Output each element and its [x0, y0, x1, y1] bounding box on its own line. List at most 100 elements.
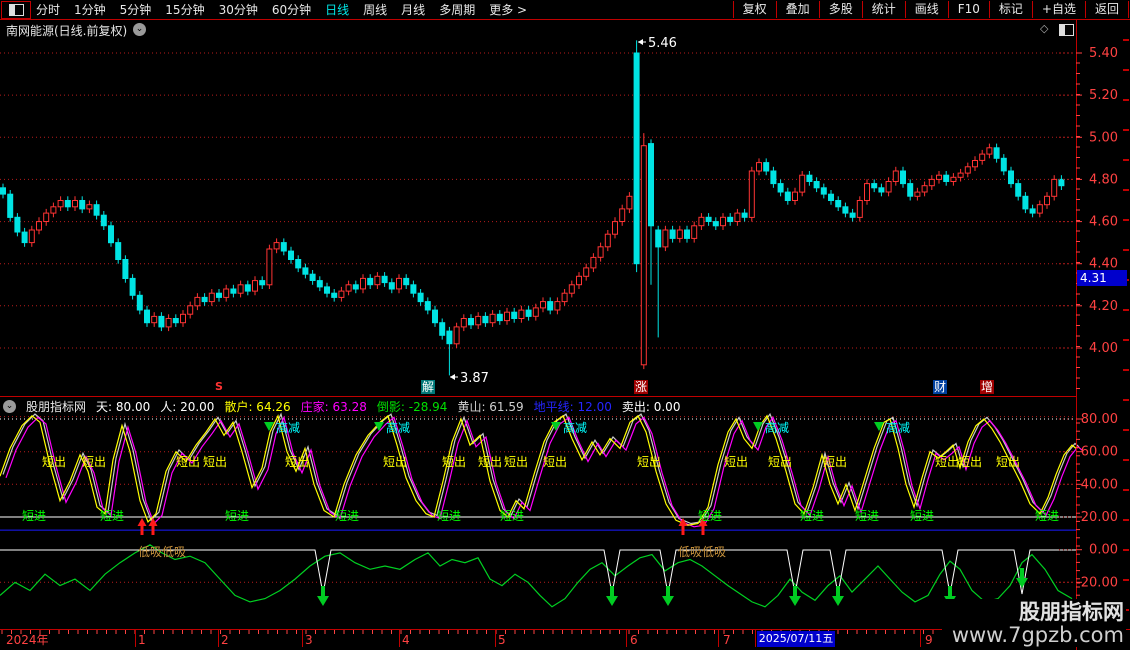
svg-text:短进: 短进: [500, 509, 524, 523]
svg-text:短出: 短出: [383, 455, 407, 469]
svg-text:5.20: 5.20: [1089, 88, 1118, 103]
svg-text:4.80: 4.80: [1089, 172, 1118, 187]
svg-text:6: 6: [630, 633, 638, 647]
svg-text:短出: 短出: [176, 455, 200, 469]
period-tab[interactable]: 30分钟: [219, 1, 258, 18]
svg-text:4.00: 4.00: [1089, 341, 1118, 356]
svg-text:短进: 短进: [855, 509, 879, 523]
svg-text:3.87: 3.87: [460, 371, 489, 386]
svg-text:高减: 高减: [386, 420, 410, 435]
svg-text:短出: 短出: [82, 455, 106, 469]
svg-text:短出: 短出: [637, 455, 661, 469]
svg-text:2: 2: [221, 633, 229, 647]
toolbar-button[interactable]: 统计: [862, 1, 905, 18]
period-tab[interactable]: 15分钟: [165, 1, 204, 18]
toolbar-button[interactable]: 复权: [733, 1, 776, 18]
current-date-badge: 2025/07/11五: [757, 631, 835, 647]
svg-text:短进: 短进: [437, 509, 461, 523]
svg-text:4.20: 4.20: [1089, 299, 1118, 314]
svg-text:低吸低吸: 低吸低吸: [138, 545, 186, 559]
svg-text:短出: 短出: [958, 455, 982, 469]
toolbar-button[interactable]: +自选: [1032, 1, 1085, 18]
indicator-field: 庄家: 63.28: [301, 398, 367, 415]
toolbar-actions: 复权叠加多股统计画线F10标记+自选返回: [733, 0, 1129, 19]
indicator-field: 倒影: -28.94: [377, 398, 448, 415]
diamond-icon[interactable]: ◇: [1040, 22, 1048, 35]
toolbar-button[interactable]: F10: [948, 1, 989, 18]
svg-text:低吸低吸: 低吸低吸: [678, 545, 726, 559]
indicator-signals: [138, 518, 1029, 606]
y-axis[interactable]: 5.405.205.004.804.604.404.204.0080.0060.…: [1059, 46, 1118, 620]
period-toolbar: 分时 1分钟 5分钟 15分钟 30分钟 60分钟日线周线月线多周期更多 > 复权叠加多股…: [0, 0, 1130, 20]
svg-text:5.00: 5.00: [1089, 130, 1118, 145]
toolbar-button[interactable]: 多股: [819, 1, 862, 18]
period-tab[interactable]: 周线: [363, 1, 387, 18]
indicator-field: 卖出: 0.00: [622, 398, 681, 415]
svg-text:80.00: 80.00: [1081, 412, 1118, 427]
svg-text:短进: 短进: [225, 509, 249, 523]
svg-text:短出: 短出: [203, 455, 227, 469]
event-badge: S: [214, 380, 224, 394]
svg-text:7: 7: [723, 633, 731, 647]
svg-text:短出: 短出: [724, 455, 748, 469]
svg-text:高减: 高减: [276, 420, 300, 435]
svg-text:短出: 短出: [504, 455, 528, 469]
svg-text:2024年: 2024年: [6, 633, 49, 647]
svg-text:短进: 短进: [910, 509, 934, 523]
chevron-down-icon[interactable]: ⌄: [3, 400, 16, 413]
indicator-header[interactable]: ⌄ 股朋指标网 天: 80.00人: 20.00散户: 64.26庄家: 63.…: [0, 398, 1074, 415]
chart-title-bar: 南网能源(日线.前复权) ⌄ ◇: [0, 20, 1130, 38]
svg-text:短进: 短进: [800, 509, 824, 523]
indicator-field: 地平线: 12.00: [534, 398, 612, 415]
watermark-url: www.7gpzb.com: [952, 624, 1124, 647]
x-axis[interactable]: 2024年12345679: [2, 630, 1076, 647]
chevron-down-icon[interactable]: ⌄: [133, 23, 146, 36]
period-tab[interactable]: 分时: [36, 1, 60, 18]
svg-text:短出: 短出: [285, 455, 309, 469]
period-tabs: 分时 1分钟 5分钟 15分钟 30分钟 60分钟日线周线月线多周期更多 >: [36, 0, 527, 19]
right-edge-ticks: [1123, 40, 1129, 610]
svg-text:短进: 短进: [335, 509, 359, 523]
svg-text:60.00: 60.00: [1081, 445, 1118, 460]
svg-text:4: 4: [402, 633, 410, 647]
indicator-values: 天: 80.00人: 20.00散户: 64.26庄家: 63.28倒影: -2…: [96, 398, 680, 415]
period-tab[interactable]: 日线: [325, 1, 349, 18]
event-badge: 财: [933, 380, 947, 394]
indicator-field: 散户: 64.26: [224, 398, 290, 415]
event-badge: 涨: [634, 380, 648, 394]
period-tab[interactable]: 60分钟: [272, 1, 311, 18]
toolbar-button[interactable]: 标记: [989, 1, 1032, 18]
toolbar-button[interactable]: 叠加: [776, 1, 819, 18]
split-window-icon[interactable]: [1059, 24, 1074, 36]
svg-text:高减: 高减: [765, 420, 789, 435]
current-price-badge: 4.31: [1077, 270, 1127, 286]
period-tab[interactable]: 5分钟: [120, 1, 152, 18]
period-tab[interactable]: 更多 >: [489, 1, 527, 18]
price-gridlines: [0, 53, 1076, 348]
svg-text:高减: 高减: [563, 420, 587, 435]
event-badge: 增: [980, 380, 994, 394]
window-layout-button[interactable]: [1, 1, 31, 19]
split-window-icon: [9, 4, 24, 16]
period-tab[interactable]: 多周期: [439, 1, 475, 18]
toolbar-button[interactable]: 返回: [1085, 1, 1129, 18]
svg-text:9: 9: [925, 633, 933, 647]
event-badge: 解: [421, 380, 435, 394]
indicator-labels: 短出短出短出短出短出短出短出短出短出短出短出短出短出短出短出短出短出短进短进短进…: [22, 420, 1059, 559]
svg-text:5: 5: [498, 633, 506, 647]
svg-text:短出: 短出: [823, 455, 847, 469]
svg-text:短出: 短出: [42, 455, 66, 469]
svg-text:短出: 短出: [768, 455, 792, 469]
period-tab[interactable]: 月线: [401, 1, 425, 18]
svg-text:5.40: 5.40: [1089, 46, 1118, 61]
candlestick-series: [1, 40, 1064, 375]
period-tab[interactable]: 1分钟: [74, 1, 106, 18]
svg-text:1: 1: [138, 633, 146, 647]
svg-text:短进: 短进: [22, 509, 46, 523]
indicator-field: 黄山: 61.59: [457, 398, 523, 415]
indicator-name: 股朋指标网: [26, 398, 86, 415]
svg-text:短进: 短进: [100, 509, 124, 523]
svg-text:20.00: 20.00: [1081, 510, 1118, 525]
svg-text:短进: 短进: [1035, 509, 1059, 523]
toolbar-button[interactable]: 画线: [905, 1, 948, 18]
